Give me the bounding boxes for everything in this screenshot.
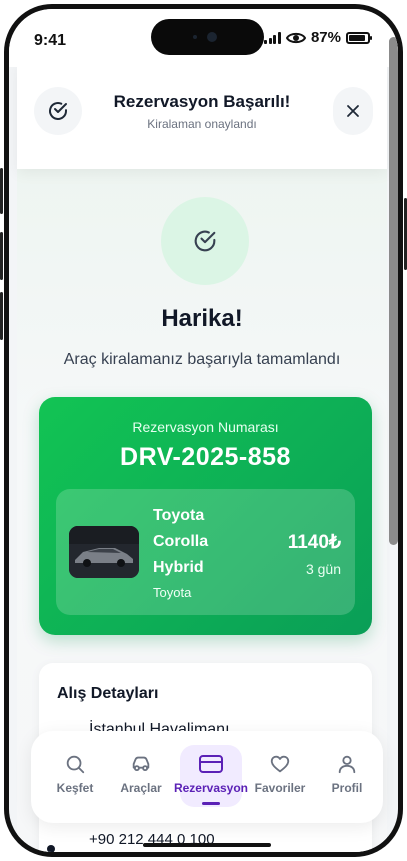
nav-label: Keşfet [56,781,94,795]
car-name-line1: Toyota [153,507,205,524]
car-icon [132,756,150,772]
car-price: 1140₺ [287,532,341,553]
nav-item-araclar[interactable]: Araçlar [111,731,171,823]
active-tab-indicator [202,802,220,805]
heart-icon [270,755,290,773]
nav-label: Rezervasyon [173,781,249,795]
nav-item-rezervasyon[interactable]: Rezervasyon [171,731,251,823]
success-message: Araç kiralamanız başarıyla tamamlandı [63,351,341,368]
nav-label: Araçlar [120,781,162,795]
nav-item-kesfet[interactable]: Keşfet [45,731,105,823]
rental-duration: 3 gün [305,561,341,577]
close-icon [347,105,359,117]
home-indicator[interactable] [143,843,271,847]
check-circle-icon [194,230,216,252]
success-heading: Harika! [161,305,243,332]
side-button-left-1 [0,168,3,214]
header: Rezervasyon Başarılı! Kiralaman onayland… [17,61,387,169]
nav-item-favoriler[interactable]: Favoriler [245,731,315,823]
dynamic-island [151,19,264,55]
status-indicators: 87% [264,29,372,46]
scrollbar[interactable] [389,37,398,545]
reservation-card: Rezervasyon Numarası DRV-2025-858 Toyota [39,397,372,635]
bottom-nav: Keşfet Araçlar Rezervasyon Favoriler Pro… [31,731,383,823]
car-summary[interactable]: Toyota Corolla Hybrid Toyota 1140₺ 3 gün [56,489,355,615]
battery-percent: 87% [310,29,341,46]
status-time: 9:41 [34,32,67,49]
side-button-left-3 [0,292,3,340]
status-bar: 9:41 87% [9,9,398,67]
reservation-number: DRV-2025-858 [120,443,291,471]
success-badge [161,197,249,285]
car-brand: Toyota [153,585,192,600]
close-button[interactable] [333,87,373,135]
nav-item-profil[interactable]: Profil [317,731,377,823]
side-button-left-2 [0,232,3,280]
page-subtitle: Kiralaman onaylandı [147,117,257,131]
car-name-line2: Corolla [153,533,209,550]
pickup-title: Alış Detayları [57,685,159,702]
battery-icon [346,31,372,44]
car-name-line3: Hybrid [153,559,204,576]
signal-icon [264,31,281,44]
phone-frame: 9:41 87% Rezervasyon Başarılı! Kiralaman… [4,4,403,857]
user-icon [338,755,356,774]
nav-label: Profil [331,781,363,795]
nav-label: Favoriler [254,781,306,795]
credit-card-icon [199,755,223,773]
reservation-label: Rezervasyon Numarası [132,419,279,435]
car-image [69,526,139,578]
eye-icon [285,32,306,43]
search-icon [66,755,85,774]
phone-bullet [47,845,55,852]
car-name: Toyota Corolla Hybrid [153,503,243,581]
page-title: Rezervasyon Başarılı! [113,92,291,111]
